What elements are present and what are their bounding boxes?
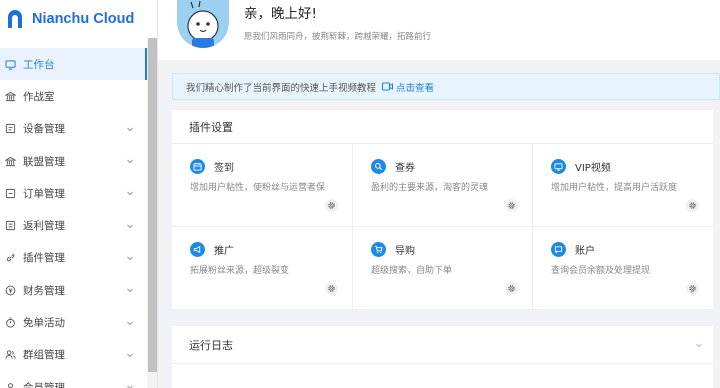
run-log-card: 运行日志	[172, 326, 713, 388]
plugin-title: 账户	[575, 245, 595, 257]
sidebar-item-members[interactable]: 会员管理	[0, 371, 146, 388]
notice-text: 我们精心制作了当前界面的快速上手视频教程	[186, 82, 377, 94]
header: 亲，晚上好! 愿我们风雨同舟，披荆斩棘，跨越荣耀，拓路前行	[158, 0, 720, 60]
plugin-desc: 超级搜索，自助下单	[371, 266, 453, 276]
tutorial-notice: 我们精心制作了当前界面的快速上手视频教程 点击查看	[172, 73, 720, 100]
sidebar-item-free-order[interactable]: 免单活动	[0, 306, 146, 338]
motto-text: 愿我们风雨同舟，披荆斩棘，跨越荣耀，拓路前行	[244, 32, 432, 42]
plugin-title: VIP视频	[575, 162, 611, 174]
sidebar-item-label: 返利管理	[23, 220, 65, 233]
group-icon	[4, 349, 16, 361]
plugin-signin[interactable]: 签到 增加用户粘性，使粉丝与运营者保	[172, 144, 353, 227]
sidebar-item-war-room[interactable]: 作战室	[0, 80, 146, 112]
gear-icon[interactable]	[686, 282, 699, 295]
sidebar-item-label: 联盟管理	[23, 155, 65, 168]
plugin-desc: 增加用户粘性，使粉丝与运营者保	[190, 183, 326, 193]
plugin-promote[interactable]: 推广 拓展粉丝来源，超级裂变	[172, 227, 353, 310]
cart-icon	[371, 241, 386, 257]
sidebar-item-label: 群组管理	[23, 349, 65, 362]
sidebar-item-label: 订单管理	[23, 187, 65, 200]
chat-icon	[551, 241, 566, 257]
gear-icon[interactable]	[325, 199, 338, 212]
run-log-header[interactable]: 运行日志	[172, 326, 713, 364]
gear-icon[interactable]	[505, 282, 518, 295]
calendar-icon	[190, 158, 205, 174]
brand-name: Nianchu Cloud	[32, 11, 135, 27]
scrollbar-thumb[interactable]	[148, 38, 157, 372]
gear-icon[interactable]	[325, 282, 338, 295]
chevron-down-icon	[127, 159, 133, 164]
plugin-settings-title: 插件设置	[172, 110, 713, 144]
plugin-title: 导购	[395, 245, 415, 257]
chevron-down-icon	[127, 353, 133, 358]
avatar[interactable]	[177, 0, 229, 48]
member-icon	[4, 381, 16, 388]
sidebar-item-label: 工作台	[23, 58, 55, 71]
plugin-desc: 查询会员余额及处理提现	[551, 266, 651, 276]
logo-icon	[8, 10, 22, 28]
sidebar: Nianchu Cloud 工作台 作战室 设备管理 联盟管理 订单管理 返利管…	[0, 0, 158, 388]
chevron-down-icon	[127, 127, 133, 131]
run-log-title: 运行日志	[189, 338, 233, 352]
plugin-desc: 盈利的主要来源，淘客的灵魂	[371, 183, 489, 193]
link-icon	[4, 252, 16, 264]
sidebar-item-label: 插件管理	[23, 252, 65, 265]
tv-icon	[551, 158, 566, 174]
chevron-down-icon	[127, 288, 133, 293]
plugin-title: 推广	[214, 245, 234, 257]
sidebar-item-rebate[interactable]: 返利管理	[0, 209, 146, 241]
chevron-down-icon	[127, 385, 133, 388]
video-icon	[382, 82, 394, 91]
sidebar-item-label: 免单活动	[23, 317, 65, 330]
yen-icon	[4, 284, 16, 296]
bank-icon	[4, 155, 16, 167]
plugin-shopping-guide[interactable]: 导购 超级搜索，自助下单	[353, 227, 533, 310]
plugin-desc: 增加用户粘性，提高用户活跃度	[551, 183, 678, 193]
chevron-down-icon	[127, 321, 133, 325]
sidebar-item-dashboard[interactable]: 工作台	[0, 48, 147, 81]
sidebar-item-groups[interactable]: 群组管理	[0, 339, 146, 371]
plugin-settings-card: 插件设置 签到 增加用户粘性，使粉丝与运营者保 查券 盈利的主要来源，淘客的灵魂…	[172, 110, 713, 310]
plugin-grid: 签到 增加用户粘性，使粉丝与运营者保 查券 盈利的主要来源，淘客的灵魂 VIP视…	[172, 144, 713, 310]
search-icon	[371, 158, 386, 174]
sidebar-scrollbar[interactable]	[147, 38, 157, 388]
plugin-account[interactable]: 账户 查询会员余额及处理提现	[533, 227, 713, 310]
chevron-down-icon	[127, 224, 133, 228]
chevron-down-icon	[127, 256, 133, 261]
sidebar-item-label: 会员管理	[23, 381, 65, 388]
logo[interactable]: Nianchu Cloud	[0, 0, 157, 38]
greeting-text: 亲，晚上好!	[244, 6, 317, 22]
timer-icon	[4, 317, 16, 329]
sidebar-item-alliance[interactable]: 联盟管理	[0, 145, 146, 177]
plugin-desc: 拓展粉丝来源，超级裂变	[190, 266, 290, 276]
sidebar-item-finance[interactable]: 财务管理	[0, 274, 146, 306]
bank-icon	[4, 90, 16, 102]
chevron-down-icon[interactable]	[695, 341, 703, 349]
sidebar-item-devices[interactable]: 设备管理	[0, 113, 146, 145]
chevron-down-icon	[127, 191, 133, 196]
sidebar-item-orders[interactable]: 订单管理	[0, 177, 146, 209]
plugin-coupon[interactable]: 查券 盈利的主要来源，淘客的灵魂	[353, 144, 533, 227]
mascot-icon	[187, 0, 219, 48]
plugin-title: 查券	[395, 162, 415, 174]
rebate-icon	[4, 220, 16, 232]
watch-tutorial-link[interactable]: 点击查看	[382, 80, 434, 94]
notice-link-label: 点击查看	[396, 82, 435, 94]
sidebar-item-label: 财务管理	[23, 284, 65, 297]
plugin-vip-video[interactable]: VIP视频 增加用户粘性，提高用户活跃度	[533, 144, 713, 227]
device-icon	[4, 123, 16, 135]
megaphone-icon	[190, 241, 205, 257]
sidebar-item-plugins[interactable]: 插件管理	[0, 242, 146, 274]
sidebar-menu: 工作台 作战室 设备管理 联盟管理 订单管理 返利管理 插件管理 财务管理 免单…	[0, 48, 147, 388]
plugin-title: 签到	[214, 162, 234, 174]
order-icon	[4, 187, 16, 199]
gear-icon[interactable]	[505, 199, 518, 212]
sidebar-item-label: 设备管理	[23, 123, 65, 136]
monitor-icon	[4, 58, 16, 70]
sidebar-item-label: 作战室	[23, 90, 55, 103]
gear-icon[interactable]	[686, 199, 699, 212]
